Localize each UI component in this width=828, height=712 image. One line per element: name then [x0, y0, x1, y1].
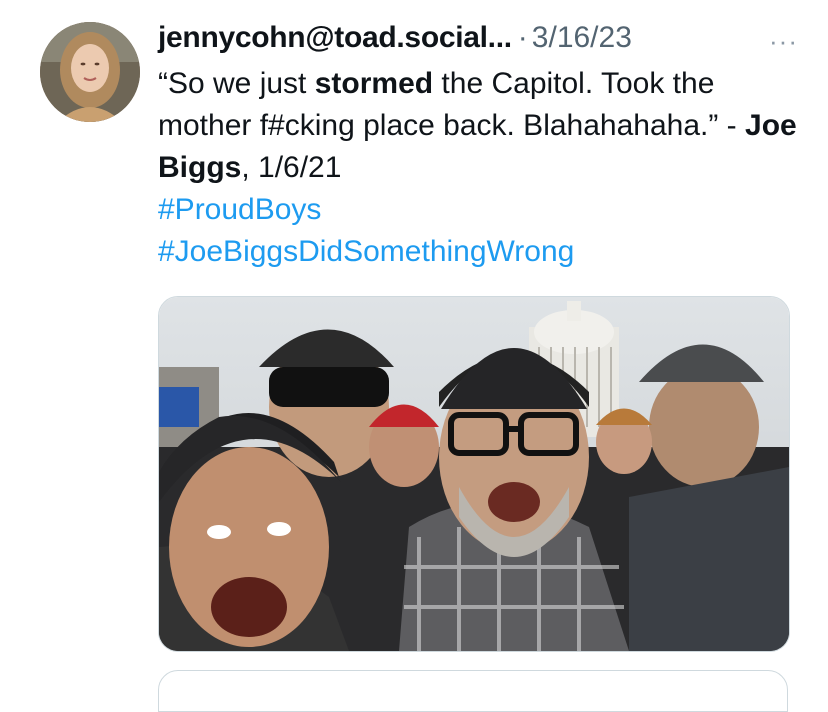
text-segment: “So we just	[158, 67, 315, 100]
hashtag-link[interactable]: #JoeBiggsDidSomethingWrong	[158, 231, 798, 273]
avatar[interactable]	[40, 22, 140, 122]
tweet-text: “So we just stormed the Capitol. Took th…	[158, 63, 798, 273]
tweet-header: jennycohn@toad.social... · 3/16/23 ···	[158, 20, 798, 56]
photo-image	[159, 297, 789, 651]
user-handle[interactable]: jennycohn@toad.social...	[158, 21, 512, 55]
avatar-image	[40, 22, 140, 122]
more-options-icon[interactable]: ···	[769, 26, 798, 57]
text-segment: , 1/6/21	[241, 151, 342, 184]
hashtag-link[interactable]: #ProudBoys	[158, 189, 798, 231]
tweet-photo[interactable]	[158, 296, 790, 652]
separator-dot: ·	[517, 21, 528, 54]
next-card-edge	[158, 670, 788, 712]
tweet-body: “So we just stormed the Capitol. Took th…	[158, 63, 798, 189]
tweet-date[interactable]: 3/16/23	[532, 21, 632, 55]
text-bold-segment: stormed	[314, 67, 434, 100]
